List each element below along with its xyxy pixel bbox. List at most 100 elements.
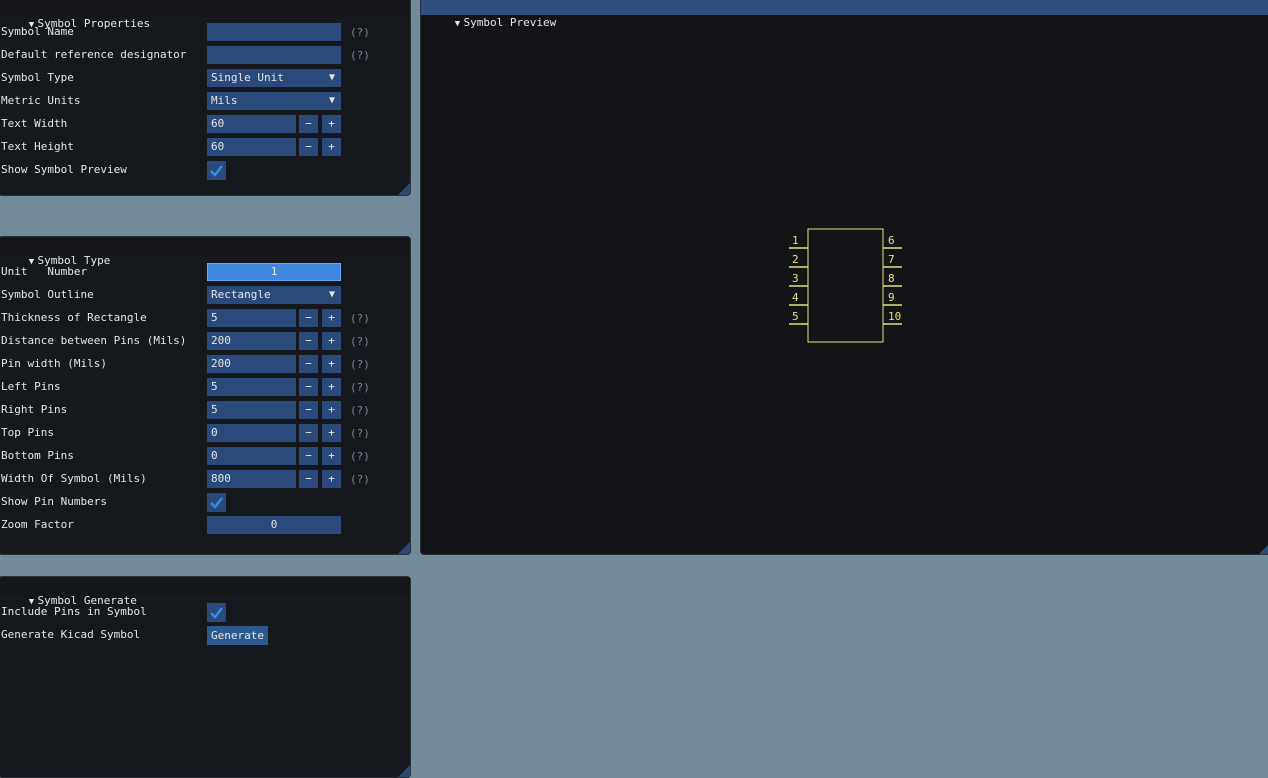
help-marker[interactable]: (?) — [350, 473, 370, 486]
right-pins-row: Right Pins 5 − + (?) — [0, 400, 407, 420]
symbol-type-titlebar[interactable]: ▼ Symbol Type — [0, 237, 410, 267]
increment-button[interactable]: + — [322, 470, 341, 488]
top-pins-row: Top Pins 0 − + (?) — [0, 423, 407, 443]
symbol-properties-titlebar[interactable]: ▼ Symbol Properties — [0, 0, 410, 30]
text-height-label: Text Height — [1, 140, 74, 153]
dropdown-arrow-icon[interactable]: ▼ — [323, 286, 341, 304]
metric-units-label: Metric Units — [1, 94, 81, 107]
decrement-button[interactable]: − — [299, 115, 318, 133]
decrement-button[interactable]: − — [299, 309, 318, 327]
unit-number-input[interactable]: 1 — [207, 263, 341, 281]
show-pin-numbers-checkbox[interactable] — [207, 493, 226, 512]
pin-width-input[interactable]: 200 — [207, 355, 296, 373]
symbol-type-row: Symbol Type Single Unit ▼ — [0, 68, 407, 88]
symbol-width-input[interactable]: 800 — [207, 470, 296, 488]
bottom-pins-label: Bottom Pins — [1, 449, 74, 462]
zoom-factor-slider[interactable]: 0 — [207, 516, 341, 534]
help-marker[interactable]: (?) — [350, 49, 370, 62]
increment-button[interactable]: + — [322, 115, 341, 133]
decrement-button[interactable]: − — [299, 401, 318, 419]
symbol-name-input[interactable] — [207, 23, 341, 41]
checkmark-icon — [210, 165, 223, 177]
metric-units-combo[interactable]: Mils ▼ — [207, 92, 341, 110]
left-pin-number: 3 — [792, 272, 799, 285]
symbol-preview-titlebar[interactable]: ▼ Symbol Preview — [421, 0, 1268, 29]
dropdown-arrow-icon[interactable]: ▼ — [323, 69, 341, 87]
pin-width-row: Pin width (Mils) 200 − + (?) — [0, 354, 407, 374]
resize-grip[interactable] — [398, 542, 410, 554]
resize-grip[interactable] — [1259, 542, 1268, 554]
increment-button[interactable]: + — [322, 138, 341, 156]
symbol-name-label: Symbol Name — [1, 25, 74, 38]
bottom-pins-input[interactable]: 0 — [207, 447, 296, 465]
decrement-button[interactable]: − — [299, 447, 318, 465]
increment-button[interactable]: + — [322, 447, 341, 465]
text-width-input[interactable]: 60 — [207, 115, 296, 133]
symbol-name-row: Symbol Name (?) — [0, 22, 407, 42]
decrement-button[interactable]: − — [299, 332, 318, 350]
symbol-preview-canvas: 1 2 3 4 5 6 7 8 9 10 — [789, 228, 902, 343]
right-pin-number: 8 — [888, 272, 895, 285]
pin-distance-input[interactable]: 200 — [207, 332, 296, 350]
generate-button[interactable]: Generate — [207, 626, 268, 645]
text-width-row: Text Width 60 − + — [0, 114, 407, 134]
decrement-button[interactable]: − — [299, 355, 318, 373]
zoom-factor-label: Zoom Factor — [1, 518, 74, 531]
increment-button[interactable]: + — [322, 378, 341, 396]
include-pins-checkbox[interactable] — [207, 603, 226, 622]
dropdown-arrow-icon[interactable]: ▼ — [323, 92, 341, 110]
symbol-generate-titlebar[interactable]: ▼ Symbol Generate — [0, 577, 410, 607]
decrement-button[interactable]: − — [299, 378, 318, 396]
symbol-body-rectangle — [807, 228, 884, 343]
default-ref-row: Default reference designator (?) — [0, 45, 407, 65]
symbol-outline-label: Symbol Outline — [1, 288, 94, 301]
top-pins-input[interactable]: 0 — [207, 424, 296, 442]
help-marker[interactable]: (?) — [350, 404, 370, 417]
increment-button[interactable]: + — [322, 424, 341, 442]
combo-value: Single Unit — [211, 71, 284, 84]
right-pin-number: 7 — [888, 253, 895, 266]
show-preview-checkbox[interactable] — [207, 161, 226, 180]
symbol-type-combo[interactable]: Single Unit ▼ — [207, 69, 341, 87]
help-marker[interactable]: (?) — [350, 450, 370, 463]
help-marker[interactable]: (?) — [350, 335, 370, 348]
symbol-type-label: Symbol Type — [1, 71, 74, 84]
combo-value: Mils — [211, 94, 238, 107]
generate-row: Generate Kicad Symbol Generate — [0, 625, 407, 645]
right-pin-number: 9 — [888, 291, 895, 304]
generate-label: Generate Kicad Symbol — [1, 628, 141, 641]
right-pin-number: 6 — [888, 234, 895, 247]
symbol-drawing: 1 2 3 4 5 6 7 8 9 10 — [789, 228, 902, 343]
decrement-button[interactable]: − — [299, 470, 318, 488]
increment-button[interactable]: + — [322, 401, 341, 419]
symbol-outline-row: Symbol Outline Rectangle ▼ — [0, 285, 407, 305]
unit-number-label: Unit Number — [1, 265, 88, 278]
help-marker[interactable]: (?) — [350, 381, 370, 394]
decrement-button[interactable]: − — [299, 424, 318, 442]
show-preview-row: Show Symbol Preview — [0, 160, 407, 180]
help-marker[interactable]: (?) — [350, 26, 370, 39]
decrement-button[interactable]: − — [299, 138, 318, 156]
combo-value: Rectangle — [211, 288, 271, 301]
metric-units-row: Metric Units Mils ▼ — [0, 91, 407, 111]
left-pins-input[interactable]: 5 — [207, 378, 296, 396]
text-height-input[interactable]: 60 — [207, 138, 296, 156]
default-ref-input[interactable] — [207, 46, 341, 64]
thickness-row: Thickness of Rectangle 5 − + (?) — [0, 308, 407, 328]
right-pins-input[interactable]: 5 — [207, 401, 296, 419]
symbol-outline-combo[interactable]: Rectangle ▼ — [207, 286, 341, 304]
checkmark-icon — [210, 607, 223, 619]
bottom-pins-row: Bottom Pins 0 − + (?) — [0, 446, 407, 466]
thickness-label: Thickness of Rectangle — [1, 311, 147, 324]
resize-grip[interactable] — [398, 183, 410, 195]
thickness-input[interactable]: 5 — [207, 309, 296, 327]
include-pins-label: Include Pins in Symbol — [1, 605, 147, 618]
increment-button[interactable]: + — [322, 309, 341, 327]
symbol-properties-window: ▼ Symbol Properties Symbol Name (?) Defau… — [0, 0, 411, 196]
help-marker[interactable]: (?) — [350, 427, 370, 440]
increment-button[interactable]: + — [322, 355, 341, 373]
resize-grip[interactable] — [398, 765, 410, 777]
help-marker[interactable]: (?) — [350, 312, 370, 325]
help-marker[interactable]: (?) — [350, 358, 370, 371]
increment-button[interactable]: + — [322, 332, 341, 350]
